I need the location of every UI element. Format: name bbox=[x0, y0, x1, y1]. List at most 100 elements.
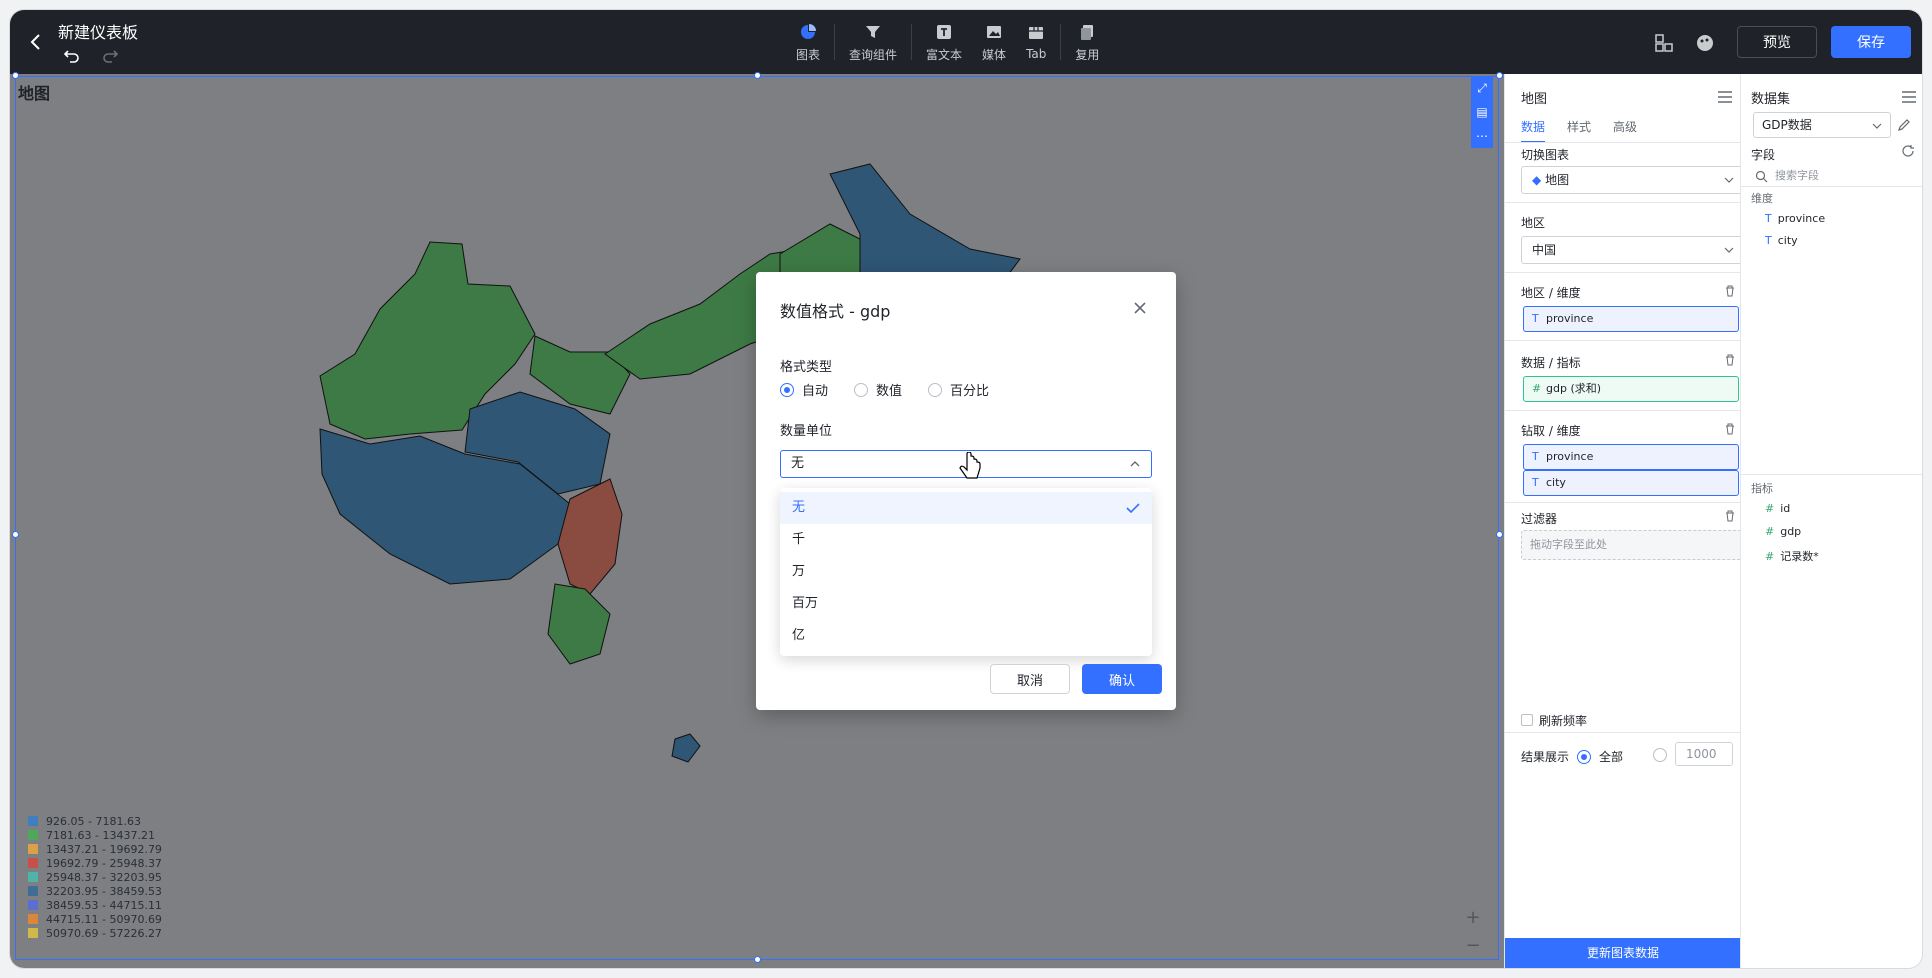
theme-palette-icon[interactable] bbox=[1694, 32, 1716, 54]
metric-field[interactable]: # id bbox=[1765, 502, 1790, 515]
radio-selected-icon bbox=[1577, 749, 1591, 764]
metric-field[interactable]: # gdp bbox=[1765, 525, 1801, 538]
confirm-button[interactable]: 确认 bbox=[1082, 664, 1162, 694]
radio-number[interactable]: 数值 bbox=[854, 380, 902, 399]
dimension-label: 维度 bbox=[1751, 192, 1773, 205]
trash-icon[interactable] bbox=[1724, 510, 1736, 522]
map-chart-icon: ◆ bbox=[1532, 173, 1542, 187]
result-limit-input[interactable]: 1000 bbox=[1675, 742, 1733, 766]
dialog-title: 数值格式 - gdp bbox=[780, 302, 891, 321]
check-icon bbox=[1126, 503, 1140, 514]
preview-button[interactable]: 预览 bbox=[1737, 26, 1817, 58]
number-type-icon: # bbox=[1765, 502, 1775, 515]
metric-group-label: 指标 bbox=[1751, 482, 1773, 495]
chevron-down-icon bbox=[1724, 177, 1734, 183]
chevron-down-icon bbox=[1872, 123, 1882, 129]
trash-icon[interactable] bbox=[1724, 423, 1736, 435]
radio-auto[interactable]: 自动 bbox=[780, 380, 828, 399]
update-chart-button[interactable]: 更新图表数据 bbox=[1505, 938, 1741, 968]
divider bbox=[1505, 142, 1740, 143]
tab-style[interactable]: 样式 bbox=[1567, 118, 1591, 143]
dataset-select[interactable]: GDP数据 bbox=[1753, 112, 1891, 138]
unit-option[interactable]: 无 bbox=[780, 492, 1152, 524]
chart-type-select[interactable]: ◆ 地图 bbox=[1521, 166, 1743, 194]
region-label: 地区 bbox=[1521, 216, 1546, 230]
unit-label: 数量单位 bbox=[780, 424, 833, 439]
unit-option[interactable]: 万 bbox=[780, 556, 1152, 588]
radio-percent[interactable]: 百分比 bbox=[928, 380, 989, 399]
result-all-radio[interactable]: 全部 bbox=[1577, 748, 1623, 765]
unit-option[interactable]: 百万 bbox=[780, 588, 1152, 620]
region-select[interactable]: 中国 bbox=[1521, 236, 1743, 264]
chevron-down-icon bbox=[1724, 247, 1734, 253]
metric-label: 数据 / 指标 bbox=[1521, 356, 1581, 370]
text-type-icon: T bbox=[1765, 234, 1772, 247]
unit-option[interactable]: 千 bbox=[780, 524, 1152, 556]
metric-field[interactable]: # 记录数* bbox=[1765, 548, 1819, 564]
region-dimension-pill[interactable]: Tprovince bbox=[1523, 306, 1739, 332]
divider bbox=[1505, 202, 1740, 203]
app-window: 新建仪表板 图表 查询组件 富文本 媒体 Tab 复用 预览 保存 地图 ⤢ ▤… bbox=[10, 10, 1922, 968]
divider bbox=[1505, 502, 1740, 503]
radio-icon bbox=[854, 382, 869, 397]
refresh-icon[interactable] bbox=[1901, 144, 1915, 158]
result-label: 结果展示 bbox=[1521, 750, 1570, 764]
divider bbox=[1505, 410, 1740, 411]
collapse-menu-icon[interactable] bbox=[1717, 90, 1733, 104]
text-type-icon: T bbox=[1765, 212, 1772, 225]
modal-overlay: 数值格式 - gdp 格式类型 自动 数值 百分比 数量单位 无 无 千 万 百… bbox=[10, 10, 1504, 968]
tab-advanced[interactable]: 高级 bbox=[1613, 118, 1637, 143]
divider bbox=[1505, 340, 1740, 341]
fields-label: 字段 bbox=[1751, 148, 1776, 162]
divider bbox=[1505, 732, 1740, 733]
save-button[interactable]: 保存 bbox=[1831, 26, 1911, 58]
close-icon[interactable] bbox=[1130, 298, 1150, 318]
filter-drop-zone[interactable]: 拖动字段至此处 bbox=[1521, 530, 1743, 560]
search-icon bbox=[1755, 170, 1768, 183]
unit-dropdown: 无 千 万 百万 亿 bbox=[780, 488, 1152, 656]
divider bbox=[1505, 272, 1740, 273]
drill-label: 钻取 / 维度 bbox=[1521, 424, 1581, 438]
number-type-icon: # bbox=[1765, 525, 1775, 538]
panel-title: 地图 bbox=[1521, 92, 1548, 107]
dataset-panel: 数据集 GDP数据 字段 搜索字段 维度 Tprovince Tcity 指标 … bbox=[1740, 74, 1922, 968]
text-type-icon: T bbox=[1532, 450, 1539, 463]
field-search-input[interactable]: 搜索字段 bbox=[1753, 166, 1913, 186]
divider bbox=[1741, 474, 1922, 475]
dataset-title: 数据集 bbox=[1751, 92, 1791, 107]
format-type-label: 格式类型 bbox=[780, 360, 833, 375]
trash-icon[interactable] bbox=[1724, 285, 1736, 297]
trash-icon[interactable] bbox=[1724, 354, 1736, 366]
format-type-group: 自动 数值 百分比 bbox=[780, 380, 1015, 399]
tab-data[interactable]: 数据 bbox=[1521, 118, 1546, 143]
dimension-field[interactable]: Tprovince bbox=[1765, 212, 1825, 225]
divider bbox=[1741, 186, 1922, 187]
number-type-icon: # bbox=[1765, 550, 1775, 563]
text-type-icon: T bbox=[1532, 312, 1539, 325]
result-limit-radio[interactable] bbox=[1653, 748, 1675, 762]
dimension-field[interactable]: Tcity bbox=[1765, 234, 1798, 247]
radio-icon bbox=[1653, 748, 1667, 762]
cancel-button[interactable]: 取消 bbox=[990, 664, 1070, 694]
drill-dimension-pill[interactable]: Tprovince bbox=[1523, 444, 1739, 470]
hand-cursor-icon bbox=[959, 452, 981, 479]
region-dimension-label: 地区 / 维度 bbox=[1521, 286, 1581, 300]
refresh-checkbox[interactable] bbox=[1521, 714, 1533, 726]
unit-option[interactable]: 亿 bbox=[780, 620, 1152, 652]
number-format-dialog: 数值格式 - gdp 格式类型 自动 数值 百分比 数量单位 无 无 千 万 百… bbox=[756, 272, 1176, 710]
drill-dimension-pill[interactable]: Tcity bbox=[1523, 470, 1739, 496]
refresh-label: 刷新频率 bbox=[1539, 714, 1588, 728]
collapse-menu-icon[interactable] bbox=[1901, 90, 1917, 104]
radio-icon bbox=[928, 382, 943, 397]
config-tabs: 数据 样式 高级 bbox=[1521, 118, 1659, 143]
filter-label: 过滤器 bbox=[1521, 512, 1558, 526]
text-type-icon: T bbox=[1532, 476, 1539, 489]
chart-config-panel: 地图 数据 样式 高级 切换图表 ◆ 地图 地区 中国 地区 / 维度 Tpro… bbox=[1504, 74, 1743, 968]
layout-icon[interactable] bbox=[1653, 32, 1675, 54]
edit-icon[interactable] bbox=[1897, 118, 1911, 132]
radio-selected-icon bbox=[780, 382, 794, 397]
number-type-icon: # bbox=[1532, 382, 1542, 395]
chevron-up-icon bbox=[1130, 461, 1140, 467]
switch-chart-label: 切换图表 bbox=[1521, 148, 1570, 162]
metric-pill[interactable]: # gdp (求和) bbox=[1523, 376, 1739, 402]
